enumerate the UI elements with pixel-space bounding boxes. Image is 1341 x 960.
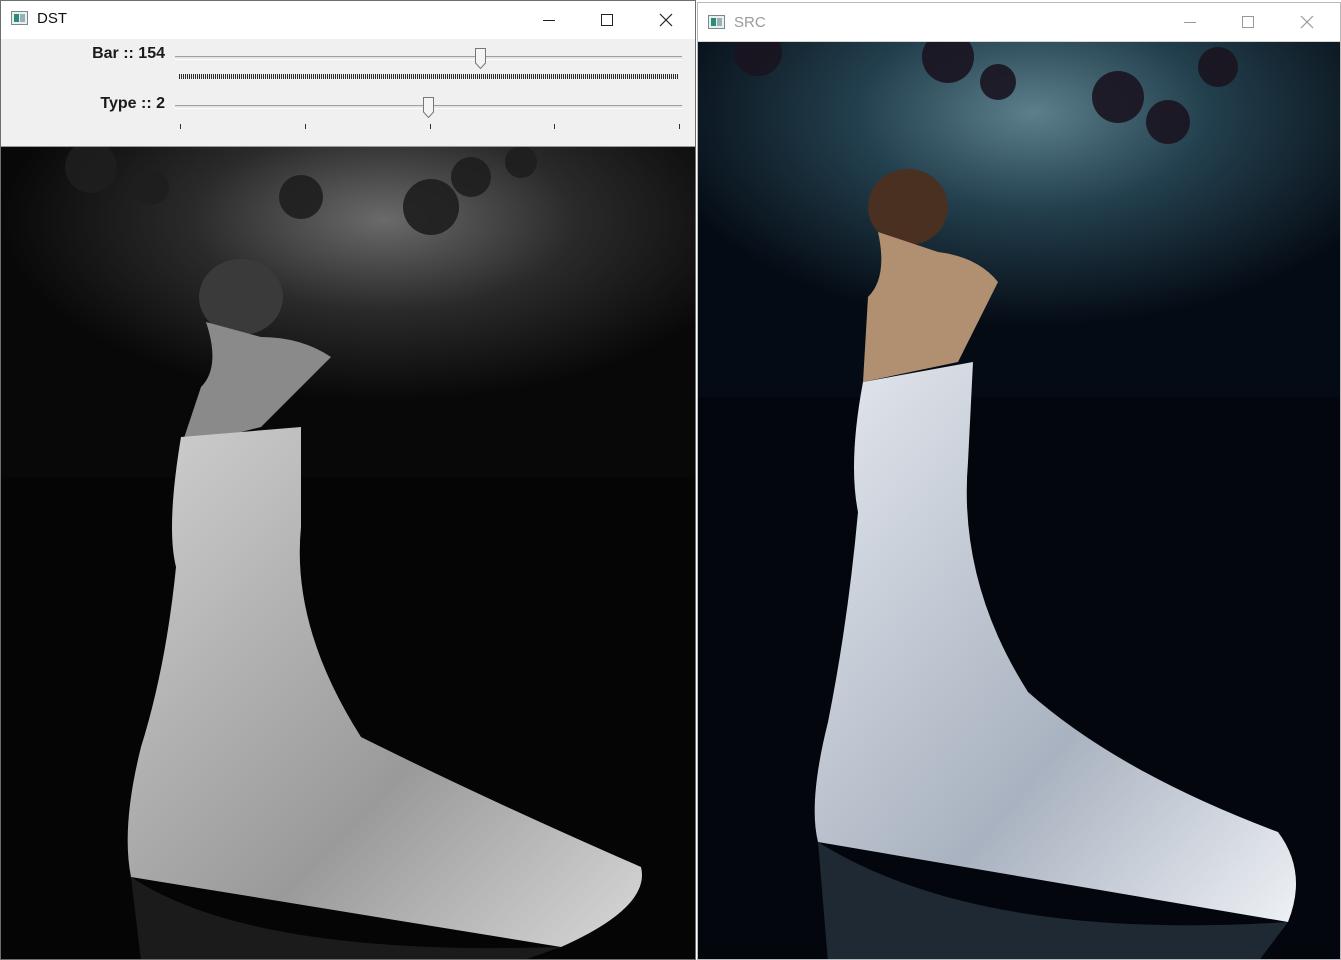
type-trackbar-label: Type :: 2 bbox=[100, 95, 165, 112]
maximize-icon bbox=[1242, 16, 1254, 28]
type-trackbar-tick bbox=[304, 124, 306, 129]
bar-trackbar-label: Bar :: 154 bbox=[92, 45, 165, 62]
close-icon bbox=[1300, 15, 1314, 29]
minimize-icon bbox=[1184, 22, 1196, 23]
close-button[interactable] bbox=[637, 1, 695, 39]
type-trackbar-tick bbox=[679, 124, 680, 129]
dst-window[interactable]: DST Bar :: 154 Type :: 2 bbox=[0, 0, 696, 960]
maximize-icon bbox=[601, 14, 613, 26]
minimize-button[interactable] bbox=[1161, 3, 1219, 41]
dst-image-content bbox=[1, 147, 695, 959]
src-title-bar[interactable]: SRC bbox=[698, 3, 1340, 42]
maximize-button[interactable] bbox=[578, 1, 636, 39]
type-trackbar-thumb[interactable] bbox=[422, 97, 434, 118]
maximize-button[interactable] bbox=[1219, 3, 1277, 41]
dst-title-bar[interactable]: DST bbox=[1, 1, 695, 40]
src-image-content bbox=[698, 42, 1340, 959]
close-button[interactable] bbox=[1278, 3, 1336, 41]
bar-trackbar-track[interactable] bbox=[175, 56, 682, 60]
type-trackbar-tick bbox=[554, 124, 556, 129]
src-window[interactable]: SRC bbox=[697, 2, 1341, 960]
bar-trackbar-thumb[interactable] bbox=[474, 48, 486, 69]
close-icon bbox=[659, 13, 673, 27]
app-icon bbox=[708, 15, 725, 29]
dst-image bbox=[1, 147, 695, 959]
minimize-button[interactable] bbox=[520, 1, 578, 39]
type-trackbar-tick bbox=[180, 124, 181, 129]
minimize-icon bbox=[543, 20, 555, 21]
type-trackbar-tick bbox=[429, 124, 431, 129]
bar-trackbar-ticks bbox=[179, 74, 679, 79]
window-title: DST bbox=[37, 10, 67, 27]
src-image bbox=[698, 42, 1340, 959]
app-icon bbox=[11, 11, 28, 25]
window-title: SRC bbox=[734, 14, 766, 31]
trackbar-panel: Bar :: 154 Type :: 2 bbox=[1, 39, 695, 147]
